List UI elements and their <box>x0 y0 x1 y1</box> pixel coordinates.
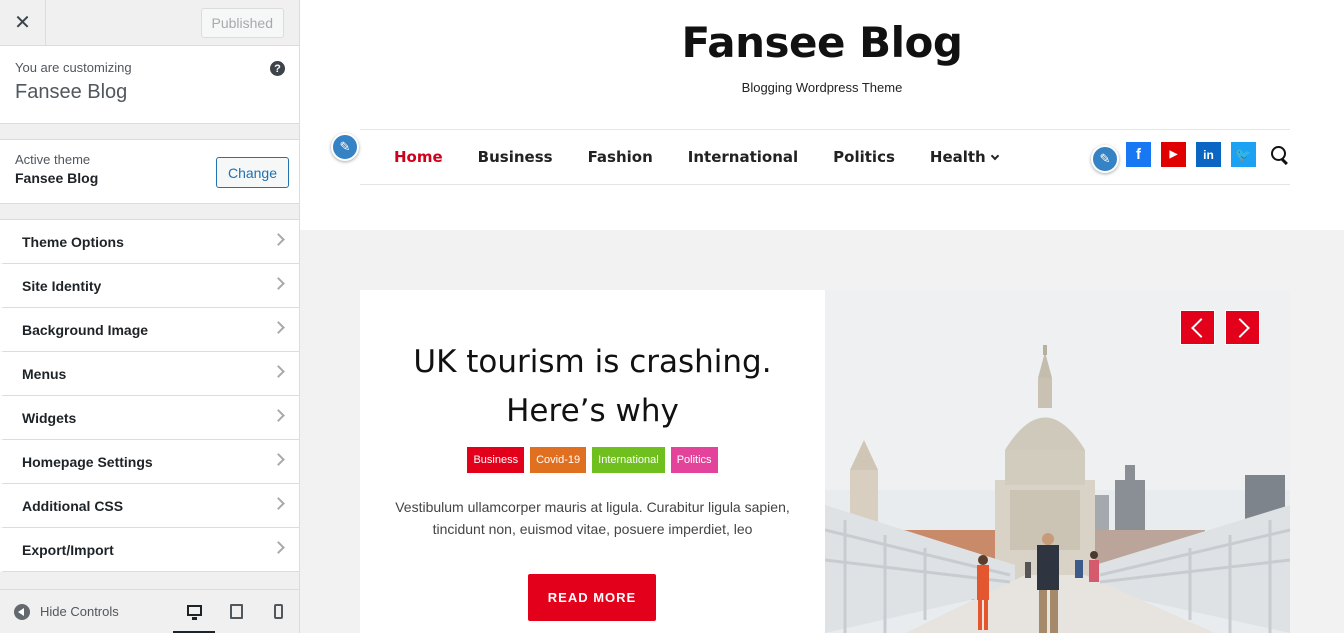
section-label: Homepage Settings <box>22 453 153 470</box>
section-label: Menus <box>22 365 67 382</box>
section-site-identity[interactable]: Site Identity <box>0 264 299 308</box>
chevron-right-icon <box>272 453 285 466</box>
st-pauls-bridge-photo <box>825 290 1290 633</box>
mobile-icon <box>273 604 283 619</box>
section-label: Site Identity <box>22 277 102 294</box>
slide-image <box>825 290 1290 633</box>
section-background-image[interactable]: Background Image <box>0 308 299 352</box>
published-button[interactable]: Published <box>200 7 284 38</box>
customizing-info: You are customizing Fansee Blog ? <box>0 46 299 124</box>
site-preview: Fansee Blog Blogging Wordpress Theme ✎ H… <box>300 0 1344 633</box>
nav-item-business[interactable]: Business <box>478 148 553 166</box>
sidebar-header: ✕ Published <box>0 0 299 46</box>
section-menus[interactable]: Menus <box>0 352 299 396</box>
collapse-icon <box>14 603 30 620</box>
mobile-preview-button[interactable] <box>257 590 299 633</box>
tablet-icon <box>229 604 243 619</box>
section-export-import[interactable]: Export/Import <box>0 528 299 572</box>
slide-content: UK tourism is crashing. Here’s why Busin… <box>360 290 825 633</box>
twitter-icon[interactable]: 🐦 <box>1231 142 1256 167</box>
category-badge-covid[interactable]: Covid-19 <box>530 447 587 473</box>
section-label: Background Image <box>22 321 149 338</box>
category-badge-international[interactable]: International <box>592 447 665 473</box>
section-homepage-settings[interactable]: Homepage Settings <box>0 440 299 484</box>
chevron-right-icon <box>272 365 285 378</box>
hide-controls-label: Hide Controls <box>40 604 119 619</box>
edit-menu-pencil-icon[interactable]: ✎ <box>331 133 359 161</box>
chevron-right-icon <box>272 277 285 290</box>
tablet-preview-button[interactable] <box>215 590 257 633</box>
linkedin-icon[interactable]: in <box>1196 142 1221 167</box>
site-tagline: Blogging Wordpress Theme <box>741 80 903 95</box>
slide-categories: Business Covid-19 International Politics <box>360 447 825 473</box>
site-header: Fansee Blog Blogging Wordpress Theme ✎ H… <box>300 0 1344 230</box>
device-preview-toggles <box>173 590 299 633</box>
customizer-sidebar: ✕ Published You are customizing Fansee B… <box>0 0 300 633</box>
chevron-right-icon <box>272 409 285 422</box>
category-badge-business[interactable]: Business <box>467 447 525 473</box>
social-links: f ▶ in 🐦 <box>1116 142 1290 167</box>
customizer-sections: Theme Options Site Identity Background I… <box>0 219 299 572</box>
desktop-preview-button[interactable] <box>173 590 215 633</box>
edit-social-pencil-icon[interactable]: ✎ <box>1091 145 1119 173</box>
section-label: Theme Options <box>22 233 124 250</box>
customizing-site-title: Fansee Blog <box>15 81 128 103</box>
chevron-down-icon <box>990 151 999 160</box>
nav-item-politics[interactable]: Politics <box>833 148 895 166</box>
section-additional-css[interactable]: Additional CSS <box>0 484 299 528</box>
help-icon[interactable]: ? <box>270 61 285 76</box>
section-label: Additional CSS <box>22 497 124 514</box>
featured-slider: UK tourism is crashing. Here’s why Busin… <box>360 290 1290 633</box>
section-label: Export/Import <box>22 541 114 558</box>
chevron-right-icon <box>272 541 285 554</box>
slide-title[interactable]: UK tourism is crashing. Here’s why <box>390 338 795 436</box>
nav-item-home[interactable]: Home <box>394 148 443 166</box>
change-theme-button[interactable]: Change <box>215 157 289 188</box>
facebook-icon[interactable]: f <box>1126 142 1151 167</box>
desktop-icon <box>186 604 202 620</box>
active-theme-panel: Active theme Fansee Blog Change <box>0 139 299 204</box>
slider-next-button[interactable] <box>1225 310 1260 345</box>
section-theme-options[interactable]: Theme Options <box>0 220 299 264</box>
slider-prev-button[interactable] <box>1180 310 1215 345</box>
nav-item-health-label: Health <box>929 148 986 166</box>
category-badge-politics[interactable]: Politics <box>670 447 718 473</box>
chevron-right-icon <box>272 233 285 246</box>
chevron-right-icon <box>272 497 285 510</box>
nav-item-international[interactable]: International <box>688 148 798 166</box>
site-title[interactable]: Fansee Blog <box>300 18 1344 67</box>
slide-excerpt: Vestibulum ullamcorper mauris at ligula.… <box>395 499 790 537</box>
read-more-button[interactable]: READ MORE <box>528 574 656 621</box>
search-icon[interactable] <box>1270 145 1290 165</box>
sidebar-footer: Hide Controls <box>0 589 299 633</box>
youtube-icon[interactable]: ▶ <box>1161 142 1186 167</box>
nav-item-fashion[interactable]: Fashion <box>588 148 653 166</box>
section-widgets[interactable]: Widgets <box>0 396 299 440</box>
nav-item-health[interactable]: Health <box>929 148 999 166</box>
customizing-label: You are customizing <box>15 60 132 75</box>
section-label: Widgets <box>22 409 77 426</box>
chevron-right-icon <box>272 321 285 334</box>
hide-controls-button[interactable]: Hide Controls <box>0 603 119 620</box>
close-icon[interactable]: ✕ <box>0 0 46 46</box>
